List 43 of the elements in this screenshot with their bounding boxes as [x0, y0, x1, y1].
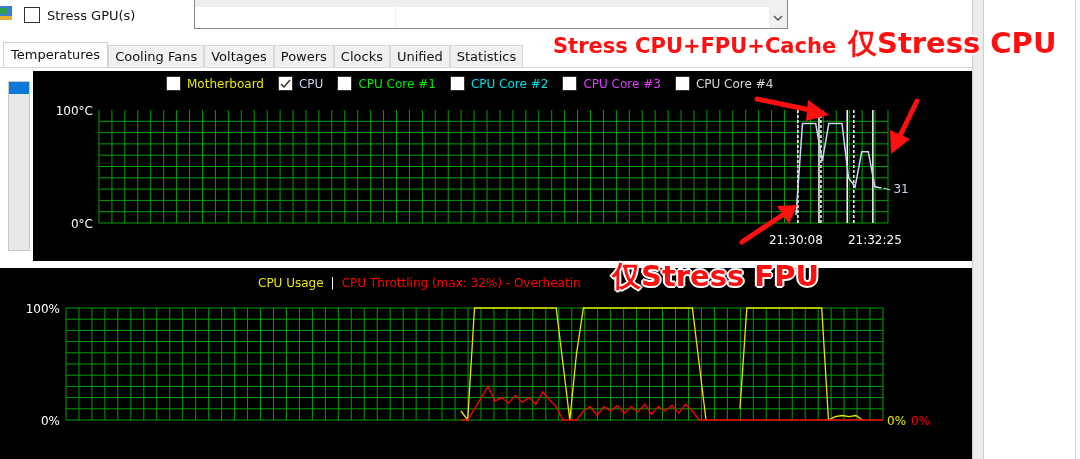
legend-label: CPU Core #2 [470, 76, 549, 91]
checkbox[interactable] [674, 76, 690, 91]
legend-label: Motherboard [187, 76, 264, 91]
time-label: 21:30:08 [769, 233, 823, 247]
checkbox-label: Stress GPU(s) [47, 7, 136, 23]
legend-label: CPU [299, 76, 324, 91]
scrollbar[interactable] [769, 0, 788, 28]
axis-label: 100°C [55, 104, 93, 118]
axis-label: 100% [25, 302, 60, 316]
tab[interactable]: Powers [273, 45, 334, 67]
tab[interactable]: Temperatures [3, 42, 109, 67]
reading-value: 31 [893, 181, 909, 196]
checkbox[interactable] [562, 76, 578, 91]
tab[interactable]: Cooling Fans [108, 45, 205, 67]
legend-label: CPU Core #1 [358, 76, 436, 91]
legend-label: CPU Core #3 [583, 76, 661, 91]
legend-label: CPU Core #4 [695, 76, 774, 91]
reading-value: 0% [887, 414, 907, 428]
axis-label: 0°C [71, 217, 93, 231]
tab[interactable]: Unified [389, 45, 450, 67]
side-list[interactable] [8, 81, 30, 251]
tab[interactable]: Clocks [333, 45, 390, 67]
legend-label: CPU Throttling (max: 32%) - Overheatin [341, 276, 581, 290]
tab[interactable]: Voltages [204, 45, 274, 67]
chevron-down-icon[interactable] [773, 15, 784, 22]
checkbox[interactable] [24, 7, 40, 23]
separator: | [330, 276, 335, 290]
annotation-arrow [890, 98, 920, 154]
annotation-text: 仅Stress CPU [848, 28, 1057, 60]
checkbox[interactable] [166, 76, 181, 91]
checkbox[interactable] [278, 76, 293, 91]
annotation-text: Stress CPU+FPU+Cache [553, 36, 837, 57]
legend-label: CPU Usage [258, 276, 324, 290]
reading-leader [882, 187, 891, 191]
reading-value: 0% [911, 414, 931, 428]
board-icon [0, 6, 12, 20]
checkbox[interactable] [449, 76, 465, 91]
axis-label: 0% [40, 414, 60, 428]
tab[interactable]: Statistics [449, 45, 524, 67]
time-label: 21:32:25 [847, 233, 902, 247]
annotation-text: 仅Stress FPU [612, 261, 819, 293]
checkbox[interactable] [337, 76, 353, 91]
log-table[interactable] [194, 0, 789, 29]
